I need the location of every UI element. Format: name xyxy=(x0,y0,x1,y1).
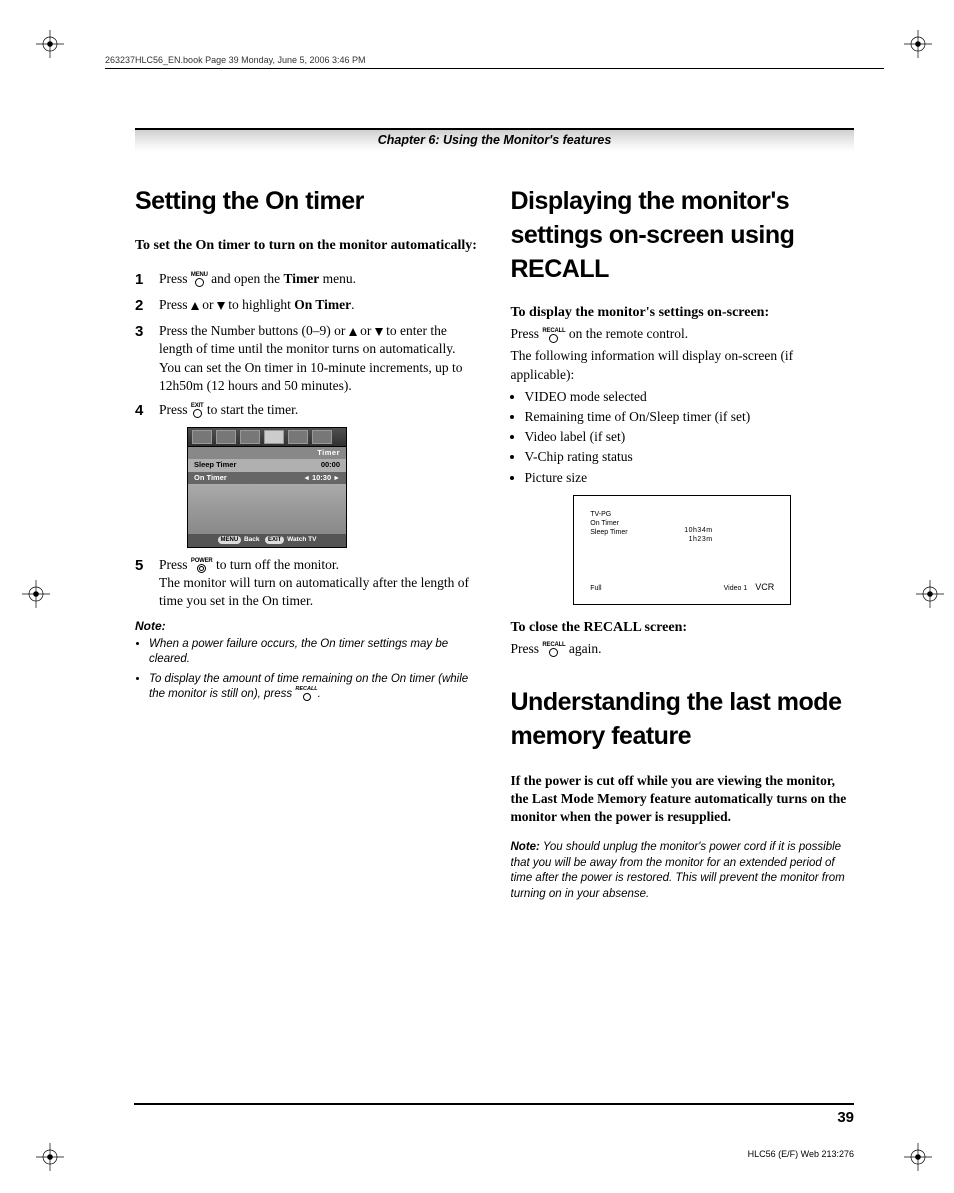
recall-button-icon: RECALL xyxy=(295,687,317,701)
step-number: 3 xyxy=(135,322,149,395)
down-arrow-icon xyxy=(217,302,225,310)
footer-code: HLC56 (E/F) Web 213:276 xyxy=(748,1149,854,1159)
step-number: 2 xyxy=(135,296,149,316)
step-3: Press the Number buttons (0–9) or or to … xyxy=(159,322,479,395)
recall-screen-screenshot: TV-PG On Timer Sleep Timer 10h34m 1h23m … xyxy=(573,495,791,605)
bullet-item: Remaining time of On/Sleep timer (if set… xyxy=(525,408,855,426)
left-column: Setting the On timer To set the On timer… xyxy=(135,185,479,906)
menu-button-icon: MENU xyxy=(191,272,208,287)
bullet-item: VIDEO mode selected xyxy=(525,388,855,406)
bullet-item: Video label (if set) xyxy=(525,428,855,446)
exit-button-icon: EXIT xyxy=(191,403,204,418)
pdf-header-filename: 263237HLC56_EN.book Page 39 Monday, June… xyxy=(105,55,366,65)
lead-paragraph: To set the On timer to turn on the monit… xyxy=(135,237,479,256)
right-column: Displaying the monitor's settings on-scr… xyxy=(511,185,855,906)
bold-paragraph: If the power is cut off while you are vi… xyxy=(511,772,855,827)
header-rule xyxy=(105,68,884,69)
bullet-item: V-Chip rating status xyxy=(525,448,855,466)
note-paragraph: Note: You should unplug the monitor's po… xyxy=(511,840,855,902)
section-title-recall: Displaying the monitor's settings on-scr… xyxy=(511,185,855,286)
down-arrow-icon xyxy=(375,328,383,336)
section-title-last-mode: Understanding the last mode memory featu… xyxy=(511,686,855,754)
crop-mark-icon xyxy=(36,30,64,58)
note-heading: Note: xyxy=(135,618,479,634)
page-number: 39 xyxy=(134,1103,854,1126)
osd-menu-screenshot: Timer Sleep Timer00:00 On Timer◄ 10:30 ►… xyxy=(187,427,347,547)
crop-mark-icon xyxy=(916,580,944,608)
recall-button-icon: RECALL xyxy=(542,642,565,657)
subheading: To display the monitor's settings on-scr… xyxy=(511,304,855,323)
step-number: 5 xyxy=(135,556,149,611)
body-text: Press RECALL again. xyxy=(511,640,855,658)
step-1: Press MENU and open the Timer menu. xyxy=(159,270,479,290)
step-number: 1 xyxy=(135,270,149,290)
power-button-icon: POWER xyxy=(191,558,213,573)
recall-button-icon: RECALL xyxy=(542,328,565,343)
chapter-heading: Chapter 6: Using the Monitor's features xyxy=(135,128,854,152)
subheading: To close the RECALL screen: xyxy=(511,619,855,638)
step-number: 4 xyxy=(135,401,149,421)
body-text: The following information will display o… xyxy=(511,347,855,383)
step-4: Press EXIT to start the timer. xyxy=(159,401,479,421)
body-text: Press RECALL on the remote control. xyxy=(511,325,855,343)
crop-mark-icon xyxy=(22,580,50,608)
crop-mark-icon xyxy=(904,1143,932,1171)
bullet-item: Picture size xyxy=(525,469,855,487)
note-item: When a power failure occurs, the On time… xyxy=(149,637,479,668)
crop-mark-icon xyxy=(904,30,932,58)
note-item: To display the amount of time remaining … xyxy=(149,672,479,703)
up-arrow-icon xyxy=(191,302,199,310)
crop-mark-icon xyxy=(36,1143,64,1171)
step-5: Press POWER to turn off the monitor. The… xyxy=(159,556,479,611)
section-title-on-timer: Setting the On timer xyxy=(135,185,479,219)
up-arrow-icon xyxy=(349,328,357,336)
step-2: Press or to highlight On Timer. xyxy=(159,296,479,316)
